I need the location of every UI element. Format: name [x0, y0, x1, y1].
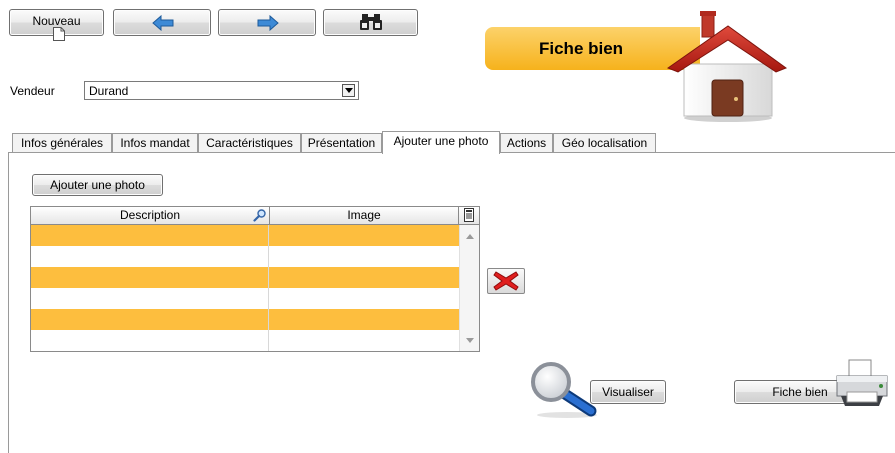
search-icon[interactable]: [253, 209, 266, 222]
vendeur-label: Vendeur: [10, 84, 55, 98]
visualiser-button[interactable]: Visualiser: [590, 380, 666, 404]
tab-label: Géo localisation: [561, 136, 648, 150]
cell-description[interactable]: [31, 246, 269, 267]
new-button[interactable]: Nouveau: [9, 9, 104, 41]
tab-label: Présentation: [307, 136, 376, 150]
tab-label: Ajouter une photo: [393, 134, 489, 148]
tab-label: Infos générales: [20, 136, 104, 150]
cell-description[interactable]: [31, 309, 269, 330]
tab-ajouter-une-photo[interactable]: Ajouter une photo: [382, 131, 500, 154]
column-label: Description: [119, 208, 181, 222]
tab-caracteristiques[interactable]: Caractéristiques: [198, 133, 301, 153]
table-row[interactable]: [31, 309, 459, 330]
vertical-scrollbar[interactable]: [459, 225, 479, 351]
cell-description[interactable]: [31, 330, 269, 351]
cell-image[interactable]: [269, 330, 459, 351]
scroll-up-icon[interactable]: [466, 234, 474, 239]
cell-description[interactable]: [31, 288, 269, 309]
table-options-icon: [464, 208, 474, 222]
tab-actions[interactable]: Actions: [500, 133, 553, 153]
dropdown-button[interactable]: [342, 84, 355, 97]
column-label: Image: [347, 208, 381, 222]
printer-icon: [836, 359, 888, 406]
table-header: Description Image: [31, 207, 479, 225]
column-header-image[interactable]: Image: [270, 207, 459, 225]
cell-image[interactable]: [269, 267, 459, 288]
cell-image[interactable]: [269, 246, 459, 267]
vendeur-select[interactable]: Durand: [84, 81, 359, 100]
arrow-right-icon: [257, 15, 279, 31]
search-button[interactable]: [323, 9, 418, 36]
tab-geo-localisation[interactable]: Géo localisation: [553, 133, 656, 153]
table-row[interactable]: [31, 267, 459, 288]
cell-description[interactable]: [31, 225, 269, 246]
house-icon: [666, 11, 788, 122]
tab-bar: Infos générales Infos mandat Caractérist…: [0, 131, 895, 154]
chevron-down-icon: [345, 88, 353, 93]
fiche-bien-label: Fiche bien: [772, 385, 828, 399]
tab-presentation[interactable]: Présentation: [301, 133, 382, 153]
next-button[interactable]: [218, 9, 316, 36]
cell-description[interactable]: [31, 267, 269, 288]
table-row[interactable]: [31, 330, 459, 351]
visualiser-label: Visualiser: [602, 385, 654, 399]
table-row[interactable]: [31, 246, 459, 267]
new-button-label: Nouveau: [32, 14, 81, 28]
column-header-description[interactable]: Description: [31, 207, 270, 225]
table-row[interactable]: [31, 225, 459, 246]
delete-x-icon: [493, 271, 519, 291]
table-row[interactable]: [31, 288, 459, 309]
previous-button[interactable]: [113, 9, 211, 36]
tab-infos-generales[interactable]: Infos générales: [12, 133, 112, 153]
cell-image[interactable]: [269, 288, 459, 309]
cell-image[interactable]: [269, 309, 459, 330]
tab-infos-mandat[interactable]: Infos mandat: [112, 133, 198, 153]
binoculars-icon: [360, 14, 382, 30]
tab-label: Caractéristiques: [206, 136, 293, 150]
column-chooser[interactable]: [459, 207, 479, 225]
add-photo-button[interactable]: Ajouter une photo: [32, 174, 163, 196]
banner-title: Fiche bien: [539, 39, 624, 58]
new-document-icon: [53, 27, 65, 41]
cell-image[interactable]: [269, 225, 459, 246]
arrow-left-icon: [152, 15, 174, 31]
tab-label: Infos mandat: [120, 136, 190, 150]
scroll-down-icon[interactable]: [466, 338, 474, 343]
add-photo-label: Ajouter une photo: [50, 178, 145, 192]
tab-label: Actions: [506, 136, 547, 150]
vendeur-value: Durand: [89, 84, 129, 98]
delete-photo-button[interactable]: [487, 268, 525, 294]
photo-table[interactable]: Description Image: [30, 206, 480, 352]
